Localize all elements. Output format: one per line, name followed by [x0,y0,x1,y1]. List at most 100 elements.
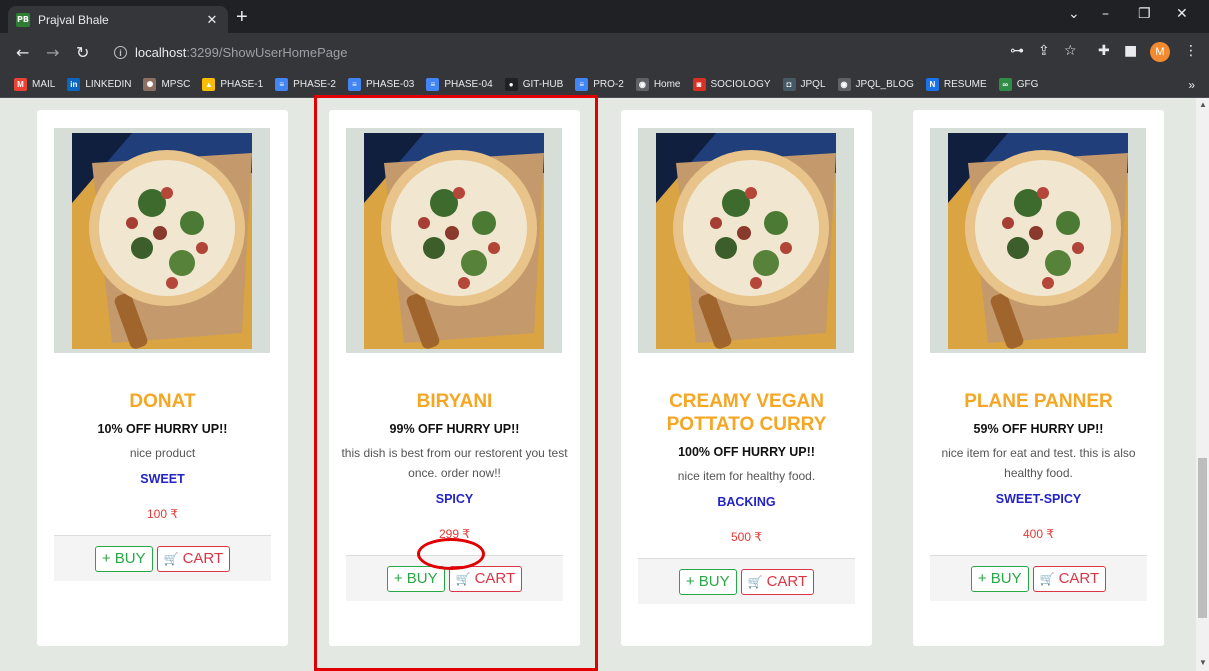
product-actions: + BUY 🛒 CART [930,555,1147,601]
page-content: DONAT 10% OFF HURRY UP!! nice product SWEET… [0,98,1196,671]
new-tab-button[interactable]: + [236,7,248,27]
bookmark-item[interactable]: ≡ PRO-2 [575,78,624,91]
bookmarks-bar: M MAIL in LINKEDIN ✺ MPSC ▲ PHASE-1 ≡ PHASE-2 ≡ PHA… [0,72,1209,98]
pizza-image [72,132,252,349]
globe-icon: ◉ [837,78,851,91]
product-category: BACKING [717,495,776,509]
bookmark-label: PHASE-1 [220,79,264,90]
product-name: DONAT [129,391,196,412]
bookmark-item[interactable]: ◙ SOCIOLOGY [692,78,771,91]
drive-icon: ▲ [202,78,216,91]
bookmark-label: PHASE-04 [444,79,493,90]
product-description: nice product [129,446,196,460]
cart-label: CART [1058,570,1100,587]
scroll-thumb[interactable] [1198,458,1207,618]
product-price: 100 ₹ [147,507,178,521]
docs-icon: ≡ [575,78,589,91]
tab-favicon-icon: PB [16,12,30,27]
bookmark-item[interactable]: ◉ JPQL_BLOG [837,78,914,91]
vertical-scrollbar[interactable]: ▲ ▼ [1196,98,1209,671]
bookmark-item[interactable]: ● GIT-HUB [504,78,564,91]
cart-icon: 🛒 [163,551,179,566]
bookmark-item[interactable]: ≡ PHASE-03 [347,78,415,91]
cart-label: CART [766,573,808,590]
product-name: CREAMY VEGAN POTTATO CURRY [666,391,827,435]
product-category: SWEET [140,472,185,486]
bookmark-item[interactable]: ◉ Home [635,78,681,91]
bookmark-label: MPSC [161,79,191,90]
buy-button[interactable]: + BUY [970,565,1029,592]
docs-icon: ≡ [426,78,440,91]
omnibox[interactable]: i localhost:3299/ShowUserHomePage [104,38,1004,67]
docs-icon: ≡ [275,78,289,91]
cart-button[interactable]: 🛒 CART [740,568,815,595]
cart-button[interactable]: 🛒 CART [156,545,231,572]
bookmark-item[interactable]: ▲ PHASE-1 [202,78,263,91]
browser-tab[interactable]: PB Prajval Bhale ✕ [8,6,228,33]
menu-icon[interactable]: ⋮ [1184,43,1198,59]
key-icon[interactable]: ⊶ [1010,43,1024,59]
star-icon[interactable]: ☆ [1064,43,1077,59]
bookmark-label: LINKEDIN [85,79,132,90]
product-price: 500 ₹ [731,530,762,544]
scroll-down-icon[interactable]: ▼ [1199,658,1207,667]
bookmark-item[interactable]: N RESUME [925,78,987,91]
product-offer: 10% OFF HURRY UP!! [97,422,228,436]
github-icon: ● [504,78,518,91]
maximize-button[interactable]: ❐ [1138,6,1151,22]
product-actions: + BUY 🛒 CART [638,558,855,604]
forward-icon[interactable]: → [46,43,59,62]
cart-button[interactable]: 🛒 CART [1032,565,1107,592]
product-card-body: PLANE PANNER 59% OFF HURRY UP!! nice item … [913,390,1164,601]
pizza-image [656,132,836,349]
bookmark-label: PHASE-03 [365,79,415,90]
share-icon[interactable]: ⇪ [1038,43,1050,59]
buy-button[interactable]: + BUY [94,545,153,572]
bookmark-item[interactable]: ≡ PHASE-2 [275,78,336,91]
tab-title: Prajval Bhale [38,12,109,27]
bookmark-item[interactable]: ◘ JPQL [782,78,826,91]
annotation-price-circle [417,538,485,570]
bookmark-item[interactable]: ∞ GFG [998,78,1039,91]
product-offer: 59% OFF HURRY UP!! [973,422,1104,436]
product-price: 400 ₹ [1023,527,1054,541]
bookmark-label: JPQL_BLOG [855,79,914,90]
product-image-frame [930,128,1146,353]
bookmark-item[interactable]: ≡ PHASE-04 [426,78,493,91]
product-name: PLANE PANNER [964,391,1113,412]
more-bookmarks-icon[interactable]: » [1188,78,1195,92]
bookmark-item[interactable]: M MAIL [14,78,55,91]
side-panel-icon[interactable]: ■ [1124,43,1137,59]
scroll-up-icon[interactable]: ▲ [1199,100,1207,109]
bookmark-item[interactable]: in LINKEDIN [67,78,131,91]
minimize-button[interactable]: – [1102,6,1109,22]
product-image-frame [638,128,854,353]
profile-avatar[interactable]: M [1150,42,1170,62]
globe-icon: ◉ [635,78,649,91]
bookmark-label: PRO-2 [593,79,624,90]
url-path: :3299/ShowUserHomePage [186,45,348,60]
bookmark-label: RESUME [943,79,987,90]
back-icon[interactable]: ← [16,43,29,62]
product-image-frame [54,128,270,353]
site-info-icon[interactable]: i [114,46,127,59]
tab-search-icon[interactable]: ⌄ [1068,6,1080,22]
product-description: nice item for eat and test. this is also… [941,446,1136,480]
pizza-image [948,132,1128,349]
gmail-icon: M [14,78,27,91]
extensions-icon[interactable]: ✚ [1098,43,1110,59]
close-tab-icon[interactable]: ✕ [204,12,220,28]
reload-icon[interactable]: ↻ [76,43,89,62]
bookmark-label: Home [653,79,681,90]
product-offer: 100% OFF HURRY UP!! [678,445,815,459]
buy-button[interactable]: + BUY [678,568,737,595]
bookmark-label: GIT-HUB [522,79,564,90]
product-card: PLANE PANNER 59% OFF HURRY UP!! nice item … [913,110,1164,646]
bookmark-label: GFG [1016,79,1039,90]
bookmark-item[interactable]: ✺ MPSC [143,78,190,91]
product-actions: + BUY 🛒 CART [54,535,271,581]
cart-icon: 🛒 [747,574,763,589]
product-description: nice item for healthy food. [677,469,816,483]
close-window-button[interactable]: ✕ [1176,6,1188,22]
address-bar-row: ← → ↻ i localhost:3299/ShowUserHomePage … [0,33,1209,72]
